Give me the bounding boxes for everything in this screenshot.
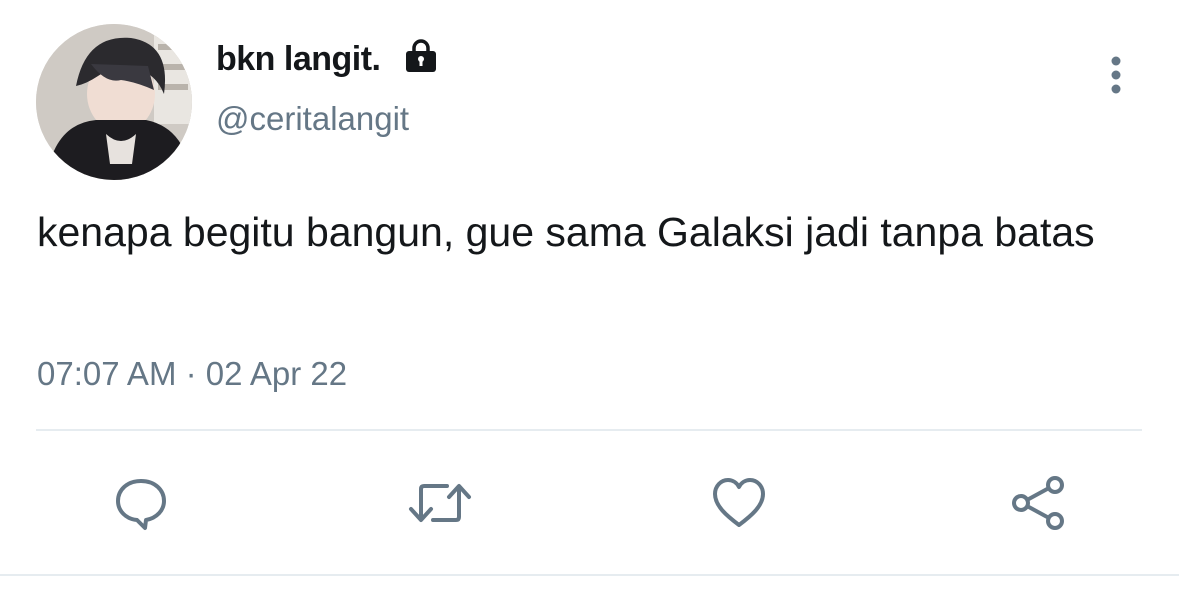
share-button[interactable] [1005,470,1071,536]
avatar[interactable] [36,24,192,180]
reply-icon [116,479,166,530]
retweet-button[interactable] [407,470,473,536]
tweet-text: kenapa begitu bangun, gue sama Galaksi j… [37,209,1095,255]
more-vertical-icon [1111,56,1121,94]
retweet-icon [409,484,471,522]
divider [36,429,1142,431]
tweet-time: 07:07 AM [37,355,177,392]
share-icon [1012,476,1064,530]
display-name[interactable]: bkn langit. [216,40,381,79]
like-button[interactable] [706,470,772,536]
tweet-date: 02 Apr 22 [205,355,348,392]
meta-separator: · [185,355,197,392]
heart-icon [713,478,765,527]
handle[interactable]: @ceritalangit [216,100,409,138]
more-button[interactable] [1097,54,1135,98]
bottom-divider [0,574,1179,576]
tweet-meta: 07:07 AM · 02 Apr 22 [37,355,347,393]
lock-icon [403,38,439,79]
reply-button[interactable] [108,470,174,536]
